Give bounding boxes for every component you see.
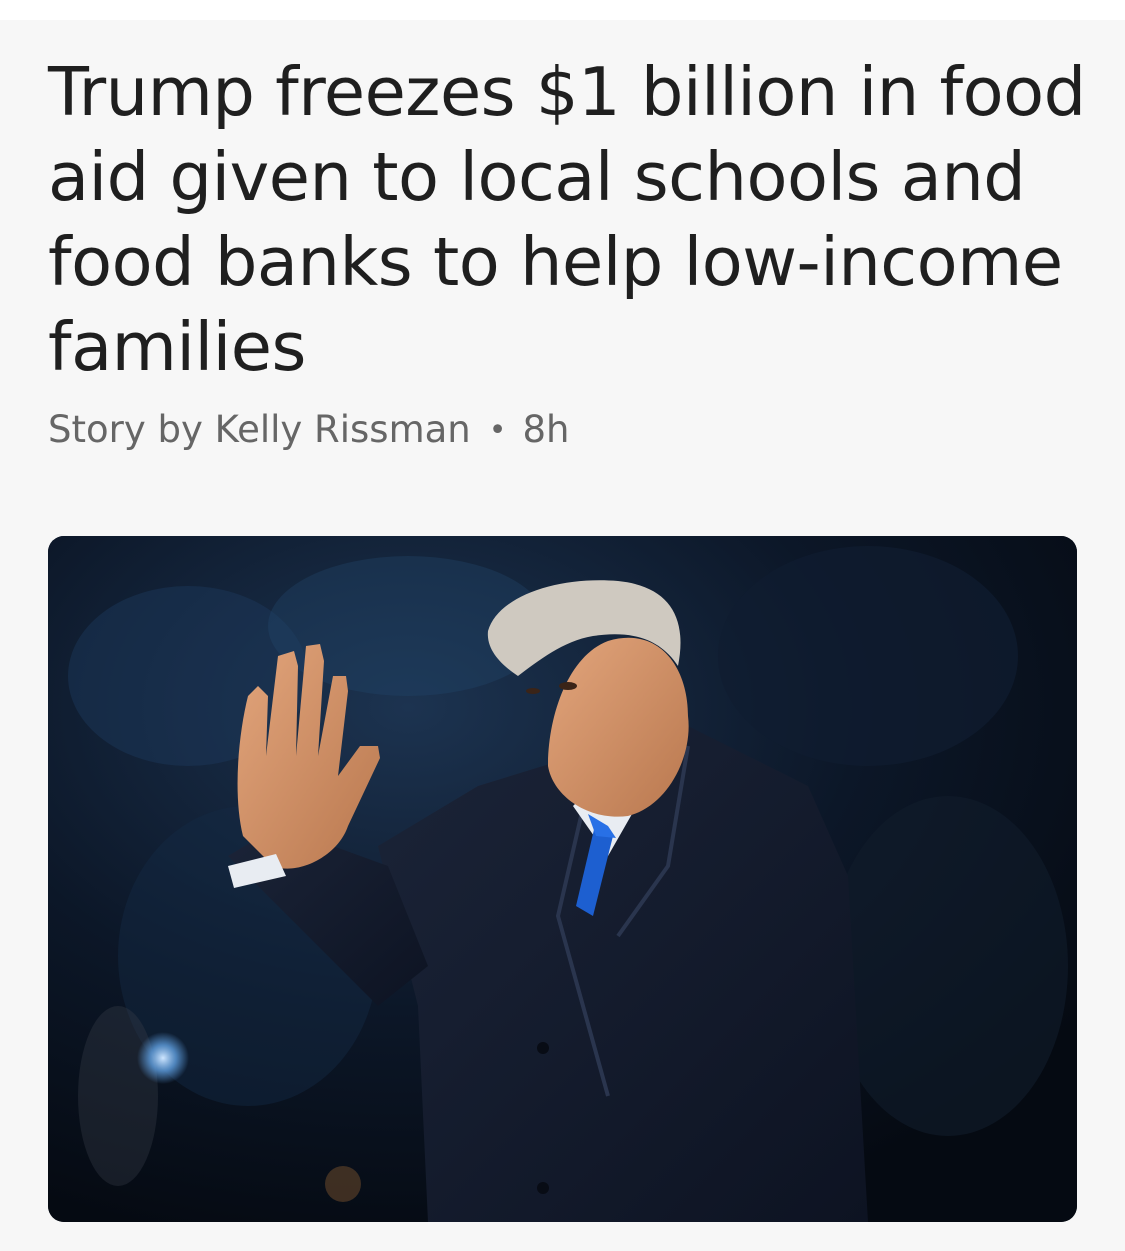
headline-line-4: families [48, 308, 306, 386]
article-page: Trump freezes $1 billion in food aid giv… [0, 0, 1125, 1251]
headline-line-1: Trump freezes $1 billion in food [48, 53, 1086, 131]
hero-image[interactable] [48, 536, 1077, 1222]
byline-author[interactable]: Story by Kelly Rissman [48, 408, 471, 451]
headline-line-2: aid given to local schools and [48, 138, 1026, 216]
byline: Story by Kelly Rissman • 8h [48, 405, 569, 456]
top-strip [0, 0, 1125, 20]
article-headline[interactable]: Trump freezes $1 billion in food aid giv… [48, 50, 1088, 390]
hero-photo-illustration [48, 536, 1077, 1222]
byline-age: 8h [522, 408, 570, 451]
byline-separator: • [488, 413, 507, 448]
headline-line-3: food banks to help low-income [48, 223, 1063, 301]
article-card: Trump freezes $1 billion in food aid giv… [0, 20, 1125, 1251]
